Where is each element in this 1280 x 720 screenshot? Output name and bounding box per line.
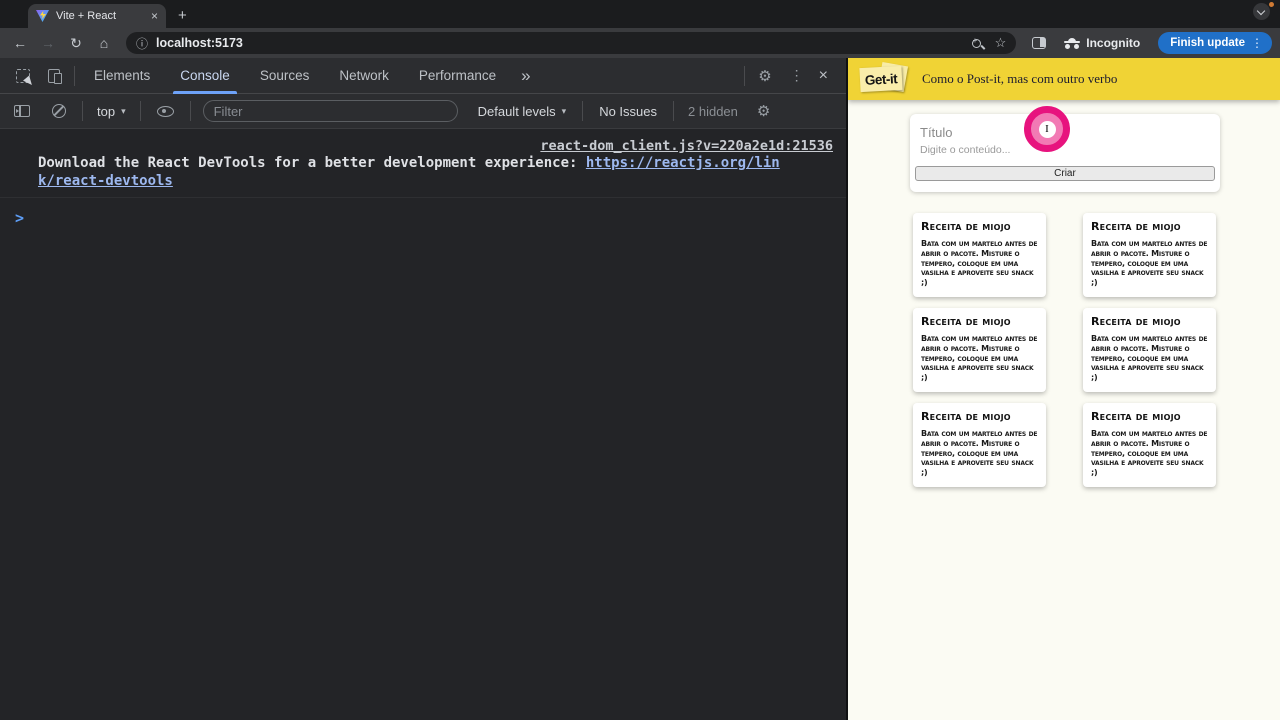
browser-menu-icon[interactable]: ⋮	[1251, 36, 1263, 50]
zoom-icon[interactable]	[971, 37, 981, 48]
tab-console[interactable]: Console	[165, 58, 245, 94]
url-text[interactable]: localhost:5173	[156, 36, 964, 50]
page-viewport: Get-it Como o Post-it, mas com outro ver…	[846, 58, 1280, 720]
divider	[744, 65, 746, 86]
new-tab-button[interactable]: +	[178, 7, 187, 24]
devtools-close-icon[interactable]: ×	[813, 67, 840, 85]
incognito-icon	[1064, 37, 1081, 49]
issues-counter[interactable]: No Issues	[587, 104, 669, 119]
close-tab-icon[interactable]: ×	[151, 10, 158, 22]
context-label: top	[97, 103, 116, 119]
home-icon[interactable]: ⌂	[92, 35, 116, 51]
note-body: Bata com um martelo antes de abrir o pac…	[921, 239, 1038, 288]
log-levels-dropdown[interactable]: Default levels ▾	[466, 104, 579, 119]
create-note-button[interactable]: Criar	[915, 166, 1215, 181]
note-body: Bata com um martelo antes de abrir o pac…	[1091, 429, 1208, 478]
hidden-messages-count[interactable]: 2 hidden	[678, 104, 748, 119]
note-title: Receita de miojo	[1091, 410, 1181, 423]
note-title: Receita de miojo	[1091, 220, 1181, 233]
app-tagline: Como o Post-it, mas com outro verbo	[922, 71, 1118, 86]
click-highlight: I	[1024, 106, 1070, 152]
note-body: Bata com um martelo antes de abrir o pac…	[921, 429, 1038, 478]
back-icon[interactable]: ←	[8, 35, 32, 51]
logo-text: Get-it	[864, 70, 898, 88]
note-card: Receita de miojo Bata com um martelo ant…	[913, 213, 1046, 297]
finish-update-button[interactable]: Finish update ⋮	[1158, 32, 1272, 54]
chevron-down-icon: ▾	[121, 105, 126, 116]
devtools-tab-bar: Elements Console Sources Network Perform…	[0, 58, 846, 94]
divider	[582, 101, 584, 121]
text-cursor-icon: I	[1038, 120, 1056, 138]
note-title: Receita de miojo	[921, 315, 1011, 328]
incognito-label: Incognito	[1086, 36, 1141, 50]
note-body: Bata com um martelo antes de abrir o pac…	[921, 334, 1038, 383]
console-prompt-row[interactable]: >	[0, 198, 846, 227]
tab-strip: Vite + React × +	[0, 0, 1280, 28]
devtools-panel: Elements Console Sources Network Perform…	[0, 58, 846, 720]
console-message: react-dom_client.js?v=220a2e1d:21536 Dow…	[0, 134, 846, 198]
filter-input[interactable]	[213, 103, 447, 119]
note-body: Bata com um martelo antes de abrir o pac…	[1091, 334, 1208, 383]
divider	[189, 101, 191, 121]
console-toolbar: top ▾ Default levels ▾ No Issues 2 hidde…	[0, 94, 846, 129]
device-toolbar-icon[interactable]	[48, 68, 62, 84]
incognito-badge: Incognito	[1056, 36, 1148, 50]
browser-window: Vite + React × + ← → ↻ ⌂ ⓘ localhost:517…	[0, 0, 1280, 720]
tab-elements[interactable]: Elements	[79, 58, 165, 94]
note-title: Receita de miojo	[1091, 315, 1181, 328]
note-card: Receita de miojo Bata com um martelo ant…	[913, 308, 1046, 392]
devtools-settings-gear-icon[interactable]: ⚙	[749, 67, 780, 85]
tab-title: Vite + React	[56, 10, 117, 22]
more-tabs-icon[interactable]: »	[511, 66, 540, 86]
clear-console-icon[interactable]	[52, 104, 66, 118]
recording-dot	[1269, 2, 1274, 7]
vite-favicon-icon	[36, 10, 49, 22]
console-sidebar-toggle-icon[interactable]	[14, 105, 30, 117]
console-settings-gear-icon[interactable]: ⚙	[748, 102, 779, 120]
divider	[82, 101, 83, 121]
divider	[673, 101, 674, 121]
tab-network[interactable]: Network	[324, 58, 404, 94]
note-title: Receita de miojo	[921, 220, 1011, 233]
tab-performance[interactable]: Performance	[404, 58, 511, 94]
logo-note-front: Get-it	[859, 65, 903, 93]
console-prompt-chevron: >	[15, 209, 25, 227]
live-expression-eye-icon[interactable]	[156, 105, 174, 117]
browser-toolbar: ← → ↻ ⌂ ⓘ localhost:5173 ☆ Incognito Fin…	[0, 28, 1280, 58]
log-levels-label: Default levels	[477, 103, 556, 119]
note-title: Receita de miojo	[921, 410, 1011, 423]
message-source-link[interactable]: react-dom_client.js?v=220a2e1d:21536	[540, 138, 833, 154]
chevron-down-icon[interactable]	[1253, 2, 1274, 20]
console-message-text: Download the React DevTools for a better…	[38, 155, 780, 189]
forward-icon[interactable]: →	[36, 35, 60, 51]
divider	[74, 65, 75, 86]
notes-grid: Receita de miojo Bata com um martelo ant…	[913, 213, 1216, 487]
note-card: Receita de miojo Bata com um martelo ant…	[913, 403, 1046, 487]
site-info-icon[interactable]: ⓘ	[136, 35, 148, 52]
devtools-menu-icon[interactable]: ⋮	[781, 67, 813, 84]
app-header: Get-it Como o Post-it, mas com outro ver…	[848, 58, 1280, 100]
bookmark-star-icon[interactable]: ☆	[995, 35, 1007, 51]
console-output: react-dom_client.js?v=220a2e1d:21536 Dow…	[0, 129, 846, 720]
get-it-logo: Get-it	[858, 61, 909, 95]
tab-sources[interactable]: Sources	[245, 58, 325, 94]
window-controls	[1253, 2, 1274, 20]
address-bar[interactable]: ⓘ localhost:5173 ☆	[126, 32, 1017, 54]
note-card: Receita de miojo Bata com um martelo ant…	[1083, 403, 1216, 487]
finish-update-label: Finish update	[1170, 37, 1245, 49]
inspect-element-icon[interactable]	[16, 68, 30, 83]
console-filter[interactable]	[202, 100, 458, 122]
browser-tab[interactable]: Vite + React ×	[28, 4, 166, 28]
note-card: Receita de miojo Bata com um martelo ant…	[1083, 308, 1216, 392]
context-selector[interactable]: top ▾	[87, 104, 136, 119]
side-panel-icon[interactable]	[1032, 37, 1047, 49]
note-card: Receita de miojo Bata com um martelo ant…	[1083, 213, 1216, 297]
chevron-down-icon: ▾	[561, 105, 567, 116]
note-content-input[interactable]	[915, 144, 1215, 166]
divider	[139, 101, 141, 121]
reload-icon[interactable]: ↻	[64, 35, 88, 52]
note-body: Bata com um martelo antes de abrir o pac…	[1091, 239, 1208, 288]
